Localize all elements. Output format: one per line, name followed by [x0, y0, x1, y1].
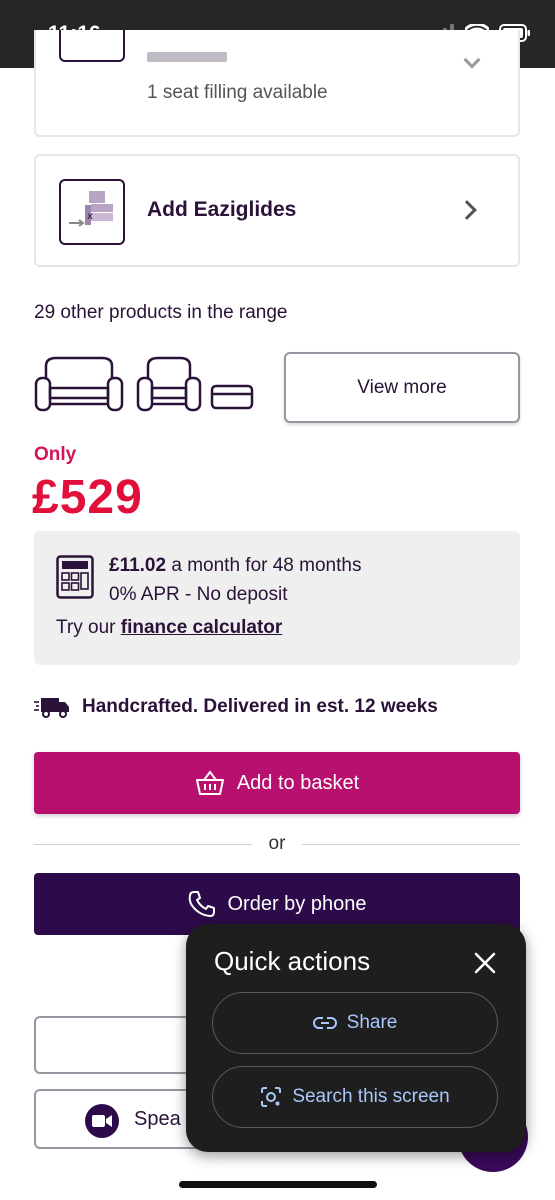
delivery-info: Handcrafted. Delivered in est. 12 weeks — [34, 696, 438, 718]
finance-calculator-line: Try our finance calculator — [56, 617, 282, 639]
finance-monthly-line: £11.02 a month for 48 months — [109, 555, 361, 577]
seat-filling-thumbnail — [59, 30, 125, 62]
or-text: or — [268, 833, 286, 854]
delivery-text: Handcrafted. Delivered in est. 12 weeks — [82, 696, 438, 717]
range-product-icons[interactable] — [34, 356, 259, 416]
add-to-basket-button[interactable]: Add to basket — [34, 752, 520, 814]
seat-filling-subtitle: 1 seat filling available — [147, 82, 328, 103]
finance-try-text: Try our — [56, 617, 121, 638]
phone-icon — [188, 891, 215, 917]
video-call-icon — [85, 1104, 119, 1138]
finance-monthly-amount: £11.02 — [109, 555, 167, 576]
sofa-icon — [34, 356, 124, 412]
seat-filling-title-cut — [147, 52, 227, 62]
search-this-screen-label: Search this screen — [292, 1086, 450, 1107]
search-this-screen-button[interactable]: Search this screen — [212, 1066, 498, 1128]
armchair-icon — [136, 356, 202, 412]
eaziglides-thumbnail: x — [59, 179, 125, 245]
finance-apr-line: 0% APR - No deposit — [109, 584, 288, 605]
svg-text:x: x — [87, 211, 93, 222]
eaziglides-icon: x — [69, 191, 113, 227]
add-eaziglides-card[interactable]: x Add Eaziglides — [34, 154, 520, 267]
add-to-basket-label: Add to basket — [236, 771, 360, 794]
chevron-down-icon — [463, 51, 481, 69]
finance-monthly-text: a month for 48 months — [166, 555, 362, 576]
speak-label: Spea — [134, 1108, 181, 1130]
seat-filling-card[interactable]: 1 seat filling available — [34, 30, 520, 137]
quick-actions-title: Quick actions — [214, 946, 371, 976]
home-indicator[interactable] — [179, 1181, 377, 1188]
link-icon — [312, 1017, 337, 1029]
lens-icon — [261, 1087, 282, 1107]
calculator-icon — [56, 555, 94, 599]
view-more-button[interactable]: View more — [284, 352, 520, 423]
finance-calculator-link[interactable]: finance calculator — [121, 617, 283, 638]
eaziglides-title: Add Eaziglides — [147, 198, 297, 221]
quick-actions-panel: Quick actions Share Search this screen — [186, 924, 526, 1152]
only-label: Only — [34, 444, 77, 465]
finance-box: £11.02 a month for 48 months 0% APR - No… — [34, 531, 520, 665]
share-label: Share — [346, 1012, 398, 1033]
or-divider: or — [34, 832, 520, 856]
footstool-icon — [210, 384, 254, 410]
order-by-phone-label: Order by phone — [227, 892, 367, 915]
chevron-right-icon — [457, 200, 477, 220]
delivery-truck-icon — [34, 698, 69, 718]
range-label: 29 other products in the range — [34, 302, 288, 323]
price-amount: £529 — [32, 471, 143, 524]
basket-icon — [195, 770, 224, 795]
close-icon[interactable] — [472, 950, 498, 976]
share-button[interactable]: Share — [212, 992, 498, 1054]
